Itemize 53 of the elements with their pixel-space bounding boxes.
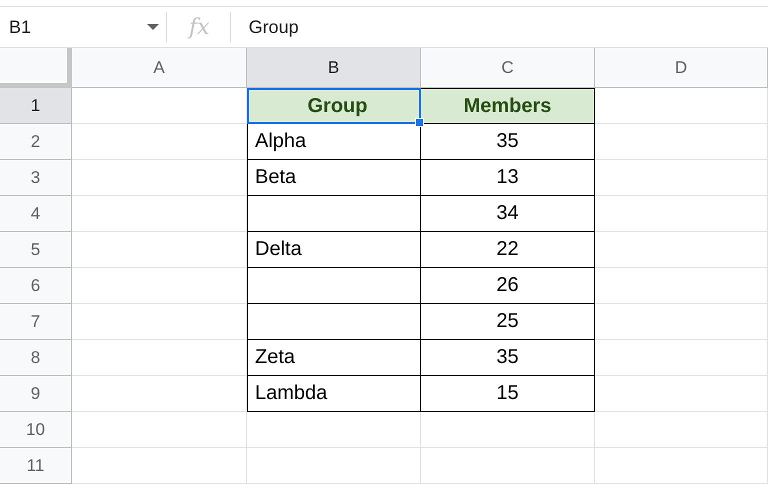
empty-cell[interactable]: [595, 268, 768, 304]
empty-cell[interactable]: [421, 412, 595, 448]
row-header[interactable]: 4: [0, 196, 72, 232]
table-cell[interactable]: [247, 304, 421, 340]
row-header[interactable]: 5: [0, 232, 72, 268]
empty-cell[interactable]: [595, 160, 768, 196]
table-cell[interactable]: [247, 268, 421, 304]
table-cell[interactable]: 25: [421, 304, 595, 340]
caret-icon[interactable]: [147, 24, 159, 30]
row-header[interactable]: 9: [0, 376, 72, 412]
column-header[interactable]: C: [421, 48, 595, 88]
empty-cell[interactable]: [247, 412, 421, 448]
table-cell[interactable]: [247, 196, 421, 232]
table-cell[interactable]: Lambda: [247, 376, 421, 412]
row-header[interactable]: 3: [0, 160, 72, 196]
select-all-corner[interactable]: [0, 48, 72, 88]
header-cell[interactable]: Members: [421, 88, 595, 124]
empty-cell[interactable]: [595, 196, 768, 232]
table-cell[interactable]: Delta: [247, 232, 421, 268]
fill-handle[interactable]: [415, 118, 424, 127]
empty-cell[interactable]: [595, 304, 768, 340]
table-cell[interactable]: 35: [421, 340, 595, 376]
table-cell[interactable]: 22: [421, 232, 595, 268]
row-header[interactable]: 10: [0, 412, 72, 448]
table-cell[interactable]: Zeta: [247, 340, 421, 376]
row-header[interactable]: 1: [0, 88, 72, 124]
row-header[interactable]: 11: [0, 448, 72, 484]
table-cell[interactable]: 35: [421, 124, 595, 160]
empty-cell[interactable]: [595, 232, 768, 268]
formula-field[interactable]: Group: [248, 16, 299, 38]
row-header[interactable]: 7: [0, 304, 72, 340]
table-cell[interactable]: Beta: [247, 160, 421, 196]
header-cell[interactable]: Group: [247, 88, 421, 124]
column-header[interactable]: B: [247, 48, 421, 88]
column-header[interactable]: D: [595, 48, 768, 88]
column-header[interactable]: A: [72, 48, 247, 88]
row-header[interactable]: 6: [0, 268, 72, 304]
empty-cell[interactable]: [595, 376, 768, 412]
empty-cell[interactable]: [421, 448, 595, 484]
table-cell[interactable]: 15: [421, 376, 595, 412]
empty-cell[interactable]: [595, 412, 768, 448]
fx-label: fx: [189, 14, 210, 40]
row-header[interactable]: 8: [0, 340, 72, 376]
empty-cell[interactable]: [247, 448, 421, 484]
table-cell[interactable]: 34: [421, 196, 595, 232]
name-box[interactable]: B1: [9, 16, 32, 38]
empty-cell[interactable]: [595, 448, 768, 484]
table-cell[interactable]: Alpha: [247, 124, 421, 160]
row-header[interactable]: 2: [0, 124, 72, 160]
empty-cell[interactable]: [595, 340, 768, 376]
table-cell[interactable]: 26: [421, 268, 595, 304]
table-cell[interactable]: 13: [421, 160, 595, 196]
empty-cell[interactable]: [595, 124, 768, 160]
